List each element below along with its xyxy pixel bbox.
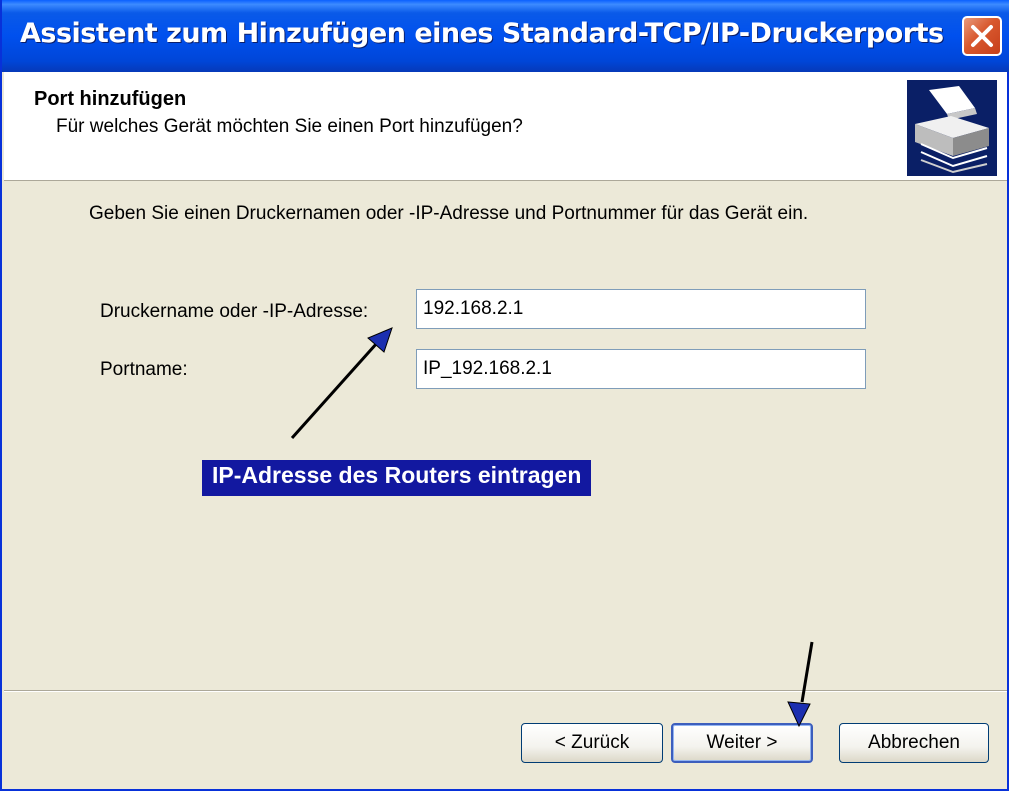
arrow-line-next [800,641,814,703]
arrow-head-next [787,701,811,728]
wizard-window: Assistent zum Hinzufügen eines Standard-… [0,0,1009,791]
arrow-line-address [290,341,379,440]
annotation-arrows [290,327,814,728]
